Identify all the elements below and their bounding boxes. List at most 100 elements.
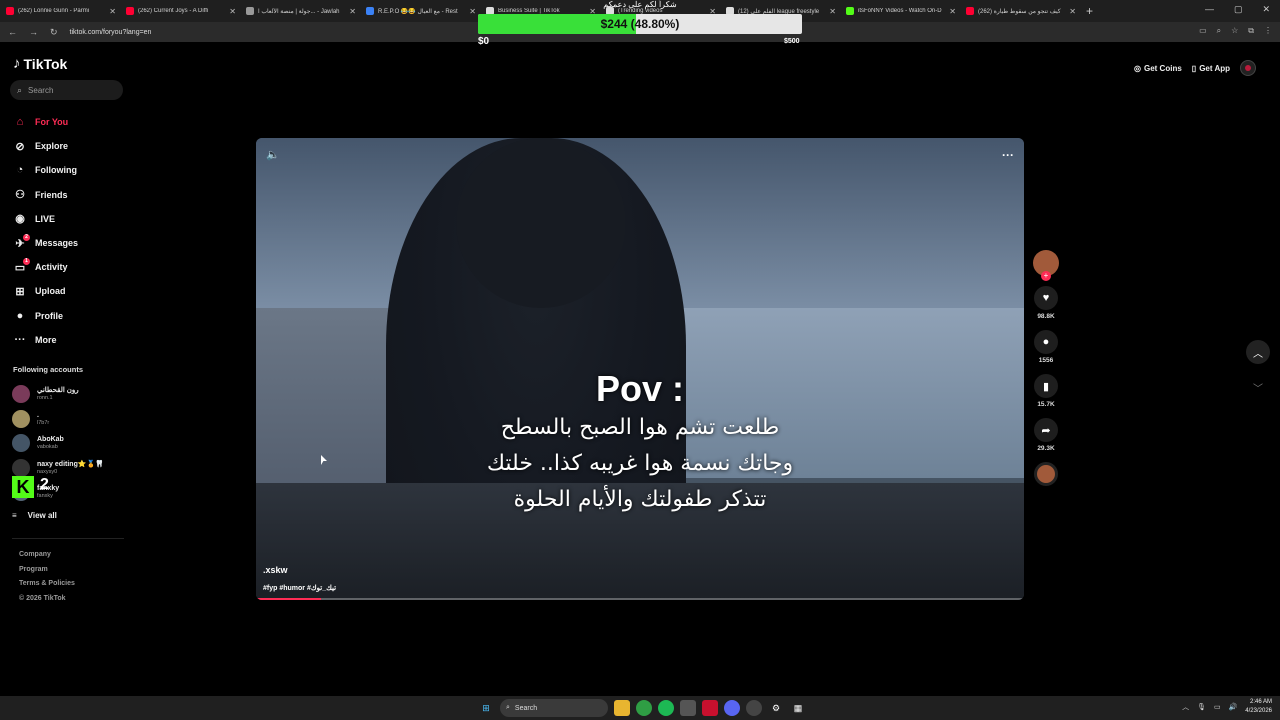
follow-plus-icon[interactable]: + [1041, 271, 1051, 281]
tab-close-icon[interactable]: ✕ [109, 7, 116, 16]
sidebar-item-profile[interactable]: ● Profile [12, 304, 122, 328]
volume-tray-icon[interactable]: 🔊 [1229, 703, 1238, 711]
following-account-item[interactable]: AboKab vabokab [12, 431, 127, 456]
maximize-icon[interactable]: ▢ [1234, 4, 1243, 15]
browser-tab[interactable]: (262) Current Joys - A Diffi ✕ [122, 2, 240, 20]
footer-link[interactable]: Company [19, 548, 75, 563]
sidebar-item-live[interactable]: ◉ LIVE [12, 207, 122, 231]
footer-link[interactable]: Terms & Policies [19, 577, 75, 592]
sidebar-item-friends[interactable]: ⚇ Friends [12, 183, 122, 207]
tab-close-icon[interactable]: ✕ [229, 7, 236, 16]
tab-title: R.E.P.O 😂😂 مع العيال - Rest [378, 8, 458, 15]
following-account-item[interactable]: . l7b7r [12, 407, 127, 432]
search-input[interactable] [28, 85, 109, 95]
url-field[interactable]: tiktok.com/foryou?lang=en [70, 29, 152, 36]
previous-video-button[interactable]: ︿ [1246, 340, 1270, 364]
video-player[interactable]: 🔈 ··· Pov : طلعت تشم هوا الصبح بالسطح وج… [256, 138, 1024, 600]
video-author[interactable]: .xskw [263, 565, 288, 575]
browser-tab[interactable]: (262) كيف تنجو من سقوط طيارة ✕ [962, 2, 1080, 20]
following-account-item[interactable]: رون القحطاني ronn.1 [12, 382, 127, 407]
tray-chevron-icon[interactable]: ︿ [1182, 702, 1189, 712]
donation-min-label: $0 [478, 36, 490, 47]
close-window-icon[interactable]: ✕ [1262, 4, 1270, 15]
system-clock[interactable]: 2:46 AM 4/23/2026 [1245, 698, 1272, 716]
sidebar-item-following[interactable]: ◔ Following [12, 158, 122, 182]
taskbar-search[interactable]: ⌕ Search [500, 699, 608, 717]
mic-icon[interactable]: 🎙 [1197, 703, 1206, 711]
bookmark-icon[interactable]: ▮ [1034, 374, 1058, 398]
get-app-button[interactable]: ▯ Get App [1192, 64, 1230, 73]
new-tab-button[interactable]: + [1086, 4, 1093, 18]
footer-link[interactable]: Program [19, 563, 75, 578]
windows-start-icon[interactable]: ⊞ [478, 700, 494, 716]
following-icon: ◔ [16, 164, 24, 177]
minimize-icon[interactable]: — [1205, 4, 1214, 15]
action-count: 1556 [1038, 357, 1054, 364]
get-coins-button[interactable]: ◎ Get Coins [1134, 64, 1182, 73]
forward-icon[interactable]: → [29, 27, 38, 38]
sidebar-item-activity[interactable]: ▭ Activity 1 [12, 255, 122, 279]
tab-close-icon[interactable]: ✕ [1069, 7, 1076, 16]
user-avatar[interactable] [1240, 60, 1256, 76]
bookmark-action[interactable]: ▮ 15.7K [1032, 374, 1060, 408]
zoom-icon[interactable]: ⌕ [1217, 26, 1221, 36]
tab-close-icon[interactable]: ✕ [949, 7, 956, 16]
browser-tab[interactable]: R.E.P.O 😂😂 مع العيال - Rest ✕ [362, 2, 480, 20]
tab-close-icon[interactable]: ✕ [829, 7, 836, 16]
video-progress-fill [256, 598, 322, 600]
sidebar-item-explore[interactable]: ⊘ Explore [12, 134, 122, 158]
tab-close-icon[interactable]: ✕ [469, 7, 476, 16]
volume-icon[interactable]: 🔈 [266, 148, 280, 161]
kick-logo: K [12, 476, 34, 498]
video-figure-head [456, 138, 626, 308]
creator-avatar[interactable]: + [1033, 250, 1059, 281]
heart-action[interactable]: ♥ 98.8K [1032, 286, 1060, 320]
menu-icon[interactable]: ⋮ [1264, 26, 1272, 36]
view-all-link[interactable]: ≡ View all [12, 511, 57, 520]
spotify-icon[interactable] [658, 700, 674, 716]
caption-line: تتذكر طفولتك والأيام الحلوة [513, 487, 767, 512]
avatar [12, 458, 30, 477]
network-icon[interactable]: ▭ [1214, 703, 1221, 711]
share-icon[interactable]: ➦ [1034, 418, 1058, 442]
tab-close-icon[interactable]: ✕ [349, 7, 356, 16]
heart-icon[interactable]: ♥ [1034, 286, 1058, 310]
tiktok-note-icon: ♪ [13, 55, 21, 72]
settings-icon[interactable]: ⚙ [768, 700, 784, 716]
obs-icon[interactable] [746, 700, 762, 716]
comment-action[interactable]: ● 1556 [1032, 330, 1060, 364]
browser-tab[interactable]: itsFoNNY Videos - Watch On-D ✕ [842, 2, 960, 20]
account-name: . [37, 411, 39, 419]
app-icon[interactable]: ▦ [790, 700, 806, 716]
discord-icon[interactable] [724, 700, 740, 716]
share-action[interactable]: ➦ 29.3K [1032, 418, 1060, 452]
tab-title: (262) كيف تنجو من سقوط طيارة [978, 8, 1061, 15]
sidebar-item-label: Friends [35, 189, 68, 200]
browser-tab[interactable]: (262) Lonnie Gunn - Parmi ✕ [2, 2, 120, 20]
back-icon[interactable]: ← [8, 27, 17, 38]
more-options-icon[interactable]: ··· [1002, 148, 1014, 162]
sidebar-item-for-you[interactable]: ⌂ For You [12, 110, 122, 134]
extensions-icon[interactable]: ⧉ [1248, 26, 1254, 36]
caption-line: وجاتك نسمة هوا غريبه كذا.. خلتك [486, 451, 794, 476]
tiktok-logo[interactable]: ♪ TikTok [13, 55, 67, 72]
reload-icon[interactable]: ↻ [50, 27, 58, 38]
star-icon[interactable]: ☆ [1231, 26, 1238, 36]
sidebar-item-label: More [35, 334, 57, 345]
sidebar-item-messages[interactable]: ✈ Messages 2 [12, 231, 122, 255]
comment-icon[interactable]: ● [1034, 330, 1058, 354]
cast-icon[interactable]: ▭ [1199, 26, 1207, 36]
video-progress-bar[interactable] [256, 598, 1024, 600]
video-hashtags[interactable]: #fyp #humor #تيك_توك [263, 584, 336, 592]
store-icon[interactable] [680, 700, 696, 716]
sound-disc[interactable] [1034, 462, 1058, 486]
search-box[interactable]: ⌕ [10, 80, 123, 100]
sidebar-item-more[interactable]: ··· More [12, 328, 122, 352]
sidebar-item-upload[interactable]: ⊞ Upload [12, 279, 122, 303]
live-icon: ◉ [15, 213, 25, 226]
next-video-button[interactable]: ﹀ [1246, 375, 1270, 399]
file-explorer-icon[interactable] [614, 700, 630, 716]
adobe-icon[interactable] [702, 700, 718, 716]
chrome-icon[interactable] [636, 700, 652, 716]
browser-tab[interactable]: جولة | منصة الألعاب ا... - Jawlah ✕ [242, 2, 360, 20]
